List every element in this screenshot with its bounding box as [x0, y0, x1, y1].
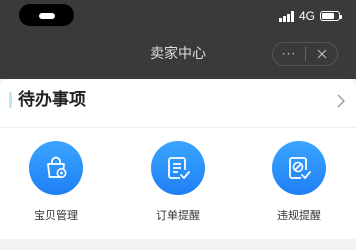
todo-item-label: 订单提醒: [156, 209, 200, 222]
todo-item-product-management[interactable]: 宝贝管理: [6, 141, 106, 231]
network-type: 4G: [298, 9, 315, 23]
section-header[interactable]: 待办事项: [0, 79, 356, 125]
close-icon: [317, 49, 326, 59]
status-icons: 4G: [279, 9, 342, 23]
todo-card: 待办事项 宝贝管理 订单提醒 违规提醒: [0, 79, 356, 239]
todo-grid: 宝贝管理 订单提醒 违规提醒: [0, 141, 356, 231]
section-title: 待办事项: [18, 90, 86, 110]
top-bar: 4G 卖家中心 ···: [0, 0, 356, 79]
todo-item-violation-reminder[interactable]: 违规提醒: [249, 141, 349, 231]
todo-item-order-reminder[interactable]: 订单提醒: [128, 141, 228, 231]
phone-handset-icon: [38, 13, 55, 19]
battery-icon: [320, 11, 342, 21]
call-indicator[interactable]: [19, 4, 74, 26]
signal-icon: [279, 10, 294, 22]
document-check-icon: [151, 141, 205, 195]
chevron-right-icon: [337, 94, 345, 108]
more-button[interactable]: ···: [273, 47, 305, 61]
bottom-gap: [0, 239, 356, 250]
forbidden-doc-icon: [272, 141, 326, 195]
battery-fill: [322, 13, 334, 19]
bag-gear-icon: [29, 141, 83, 195]
mini-program-capsule: ···: [272, 42, 338, 66]
section-accent-bar: [9, 92, 12, 108]
todo-item-label: 违规提醒: [277, 209, 321, 222]
close-button[interactable]: [306, 48, 337, 60]
todo-item-label: 宝贝管理: [34, 209, 78, 222]
divider: [0, 127, 356, 128]
